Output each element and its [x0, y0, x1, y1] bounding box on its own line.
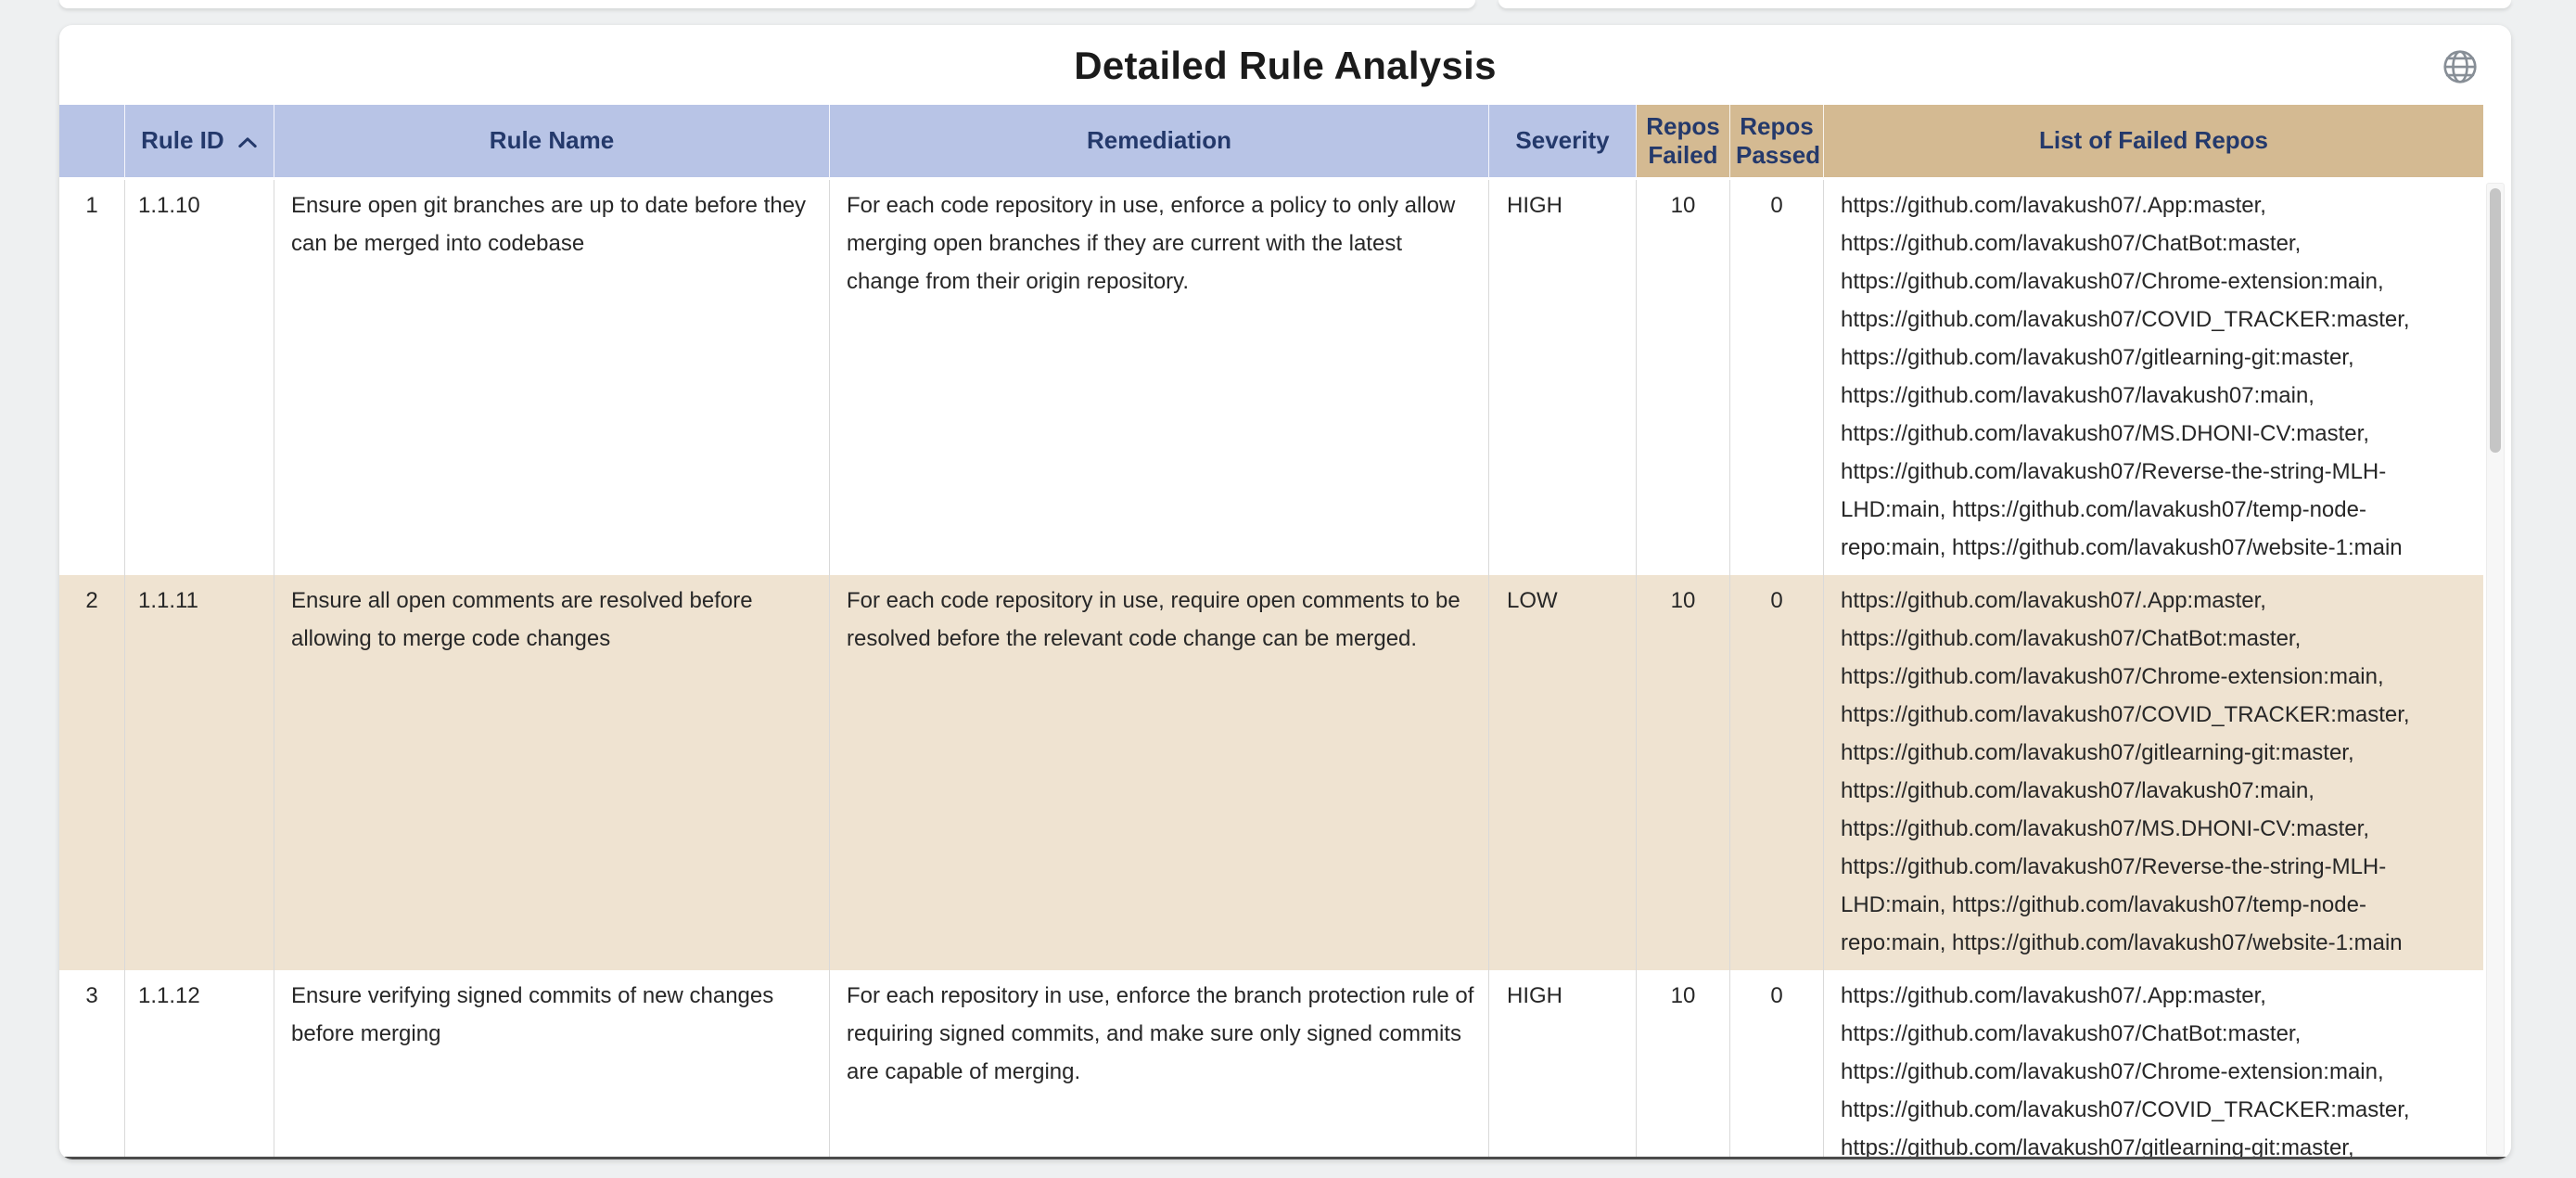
sort-ascending-icon: [237, 136, 258, 148]
header-repos-failed[interactable]: Repos Failed: [1637, 105, 1730, 180]
row-number-cell: 3: [59, 970, 125, 1157]
table-row: 3 1.1.12 Ensure verifying signed commits…: [59, 970, 2483, 1157]
header-failed-repos[interactable]: List of Failed Repos: [1824, 105, 2483, 180]
header-repos-passed[interactable]: Repos Passed: [1730, 105, 1824, 180]
rule-id-cell: 1.1.12: [125, 970, 274, 1157]
scrollbar-thumb[interactable]: [2490, 188, 2501, 453]
detailed-rule-analysis-card: Detailed Rule Analysis: [59, 25, 2511, 1159]
rule-name-cell: Ensure open git branches are up to date …: [274, 180, 830, 575]
table-bottom-border: [59, 1157, 2511, 1159]
remediation-cell: For each code repository in use, enforce…: [830, 180, 1489, 575]
severity-cell: HIGH: [1489, 970, 1637, 1157]
rule-id-cell: 1.1.10: [125, 180, 274, 575]
table-row: 2 1.1.11 Ensure all open comments are re…: [59, 575, 2483, 970]
rule-analysis-table: Rule ID Rule Name Remediation Severity R…: [59, 105, 2483, 1157]
repos-passed-cell: 0: [1730, 575, 1824, 970]
header-remediation[interactable]: Remediation: [830, 105, 1489, 180]
header-rule-id[interactable]: Rule ID: [125, 105, 274, 180]
row-number-cell: 2: [59, 575, 125, 970]
row-number-cell: 1: [59, 180, 125, 575]
table-row: 1 1.1.10 Ensure open git branches are up…: [59, 180, 2483, 575]
rule-name-cell: Ensure verifying signed commits of new c…: [274, 970, 830, 1157]
repos-failed-cell: 10: [1637, 180, 1730, 575]
failed-repos-cell: https://github.com/lavakush07/.App:maste…: [1824, 180, 2483, 575]
header-rule-name[interactable]: Rule Name: [274, 105, 830, 180]
rule-name-cell: Ensure all open comments are resolved be…: [274, 575, 830, 970]
card-above-left-edge: [59, 0, 1475, 8]
vertical-scrollbar[interactable]: [2486, 183, 2505, 1156]
card-above-right-edge: [1498, 0, 2511, 8]
remediation-cell: For each code repository in use, require…: [830, 575, 1489, 970]
failed-repos-cell: https://github.com/lavakush07/.App:maste…: [1824, 575, 2483, 970]
globe-icon[interactable]: [2441, 47, 2480, 86]
rule-id-cell: 1.1.11: [125, 575, 274, 970]
header-rule-id-label: Rule ID: [141, 126, 224, 154]
remediation-cell: For each repository in use, enforce the …: [830, 970, 1489, 1157]
repos-passed-cell: 0: [1730, 970, 1824, 1157]
severity-cell: LOW: [1489, 575, 1637, 970]
header-severity[interactable]: Severity: [1489, 105, 1637, 180]
severity-cell: HIGH: [1489, 180, 1637, 575]
table-header-row: Rule ID Rule Name Remediation Severity R…: [59, 105, 2483, 180]
repos-passed-cell: 0: [1730, 180, 1824, 575]
page-title: Detailed Rule Analysis: [59, 25, 2511, 88]
repos-failed-cell: 10: [1637, 970, 1730, 1157]
header-row-number: [59, 105, 125, 180]
repos-failed-cell: 10: [1637, 575, 1730, 970]
failed-repos-cell: https://github.com/lavakush07/.App:maste…: [1824, 970, 2483, 1157]
